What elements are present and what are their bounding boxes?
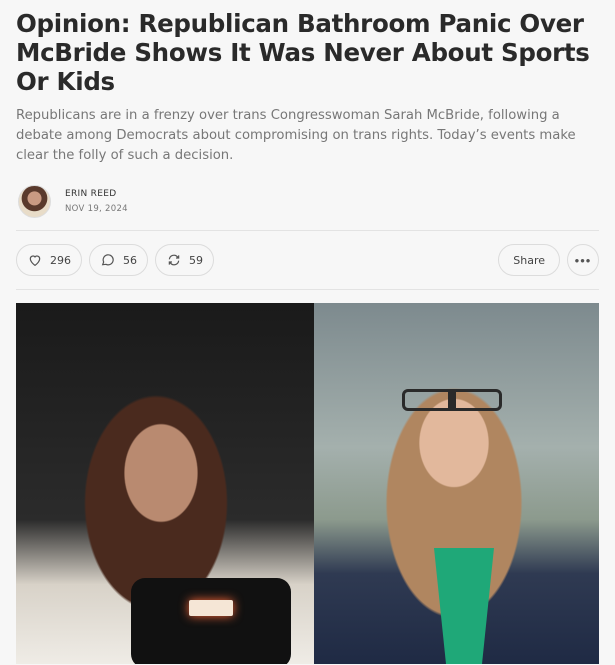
heart-icon (29, 255, 41, 267)
byline-text: ERIN REED NOV 19, 2024 (65, 189, 128, 214)
comment-button[interactable]: 56 (89, 244, 148, 276)
share-button[interactable]: Share (498, 244, 560, 276)
restack-arrows-icon (168, 254, 180, 266)
hero-photo-right (314, 303, 599, 664)
action-bar: 296 56 59 Share ••• (16, 244, 599, 276)
hero-image (16, 303, 599, 664)
comment-count: 56 (123, 253, 137, 267)
phone-in-photo (131, 578, 291, 664)
restack-button[interactable]: 59 (155, 244, 214, 276)
comment-bubble-icon (101, 254, 114, 266)
more-button[interactable]: ••• (567, 244, 599, 276)
hero-photo-left (16, 303, 314, 664)
like-count: 296 (50, 253, 71, 267)
restack-count: 59 (189, 253, 203, 267)
divider (16, 289, 599, 290)
article-page: Opinion: Republican Bathroom Panic Over … (0, 0, 615, 665)
divider (16, 230, 599, 231)
article-title: Opinion: Republican Bathroom Panic Over … (16, 9, 590, 96)
author-avatar[interactable] (18, 184, 51, 218)
like-button[interactable]: 296 (16, 244, 82, 276)
publish-date: NOV 19, 2024 (65, 203, 128, 214)
byline: ERIN REED NOV 19, 2024 (16, 184, 599, 218)
glasses-in-photo (402, 389, 502, 411)
ellipsis-icon: ••• (574, 252, 592, 268)
shirt-in-photo (434, 548, 494, 664)
article-subtitle: Republicans are in a frenzy over trans C… (16, 108, 576, 163)
author-name[interactable]: ERIN REED (65, 189, 128, 199)
